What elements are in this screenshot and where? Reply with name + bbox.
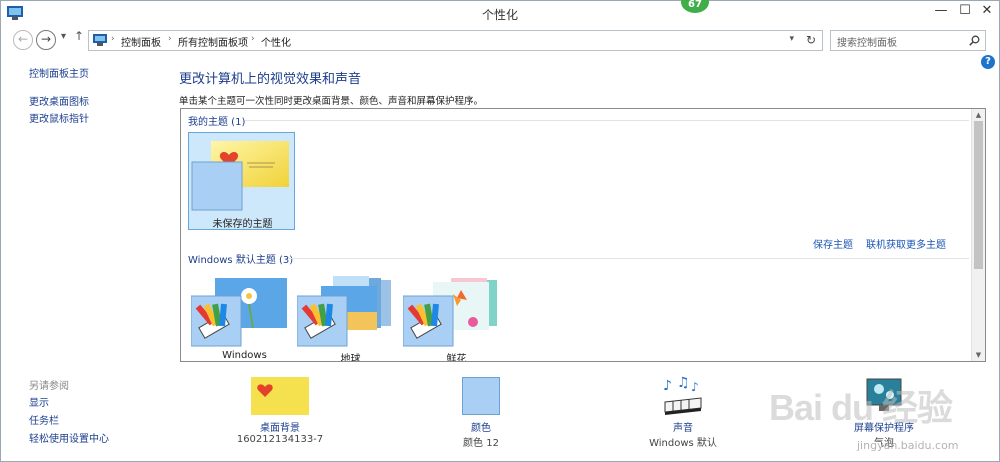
search-box[interactable]: 搜索控制面板 [830,30,986,51]
theme-label: 地球 [340,354,361,362]
desktop-background-label: 桌面背景 [260,423,300,434]
group-divider [289,258,969,259]
theme-list: 我的主题 (1) 未保存的主题 保存主题 联机获取更多主题 Windows 默认… [180,108,986,362]
sound-label: 声音 [673,423,693,434]
link-control-panel-home[interactable]: 控制面板主页 [29,65,89,80]
up-button[interactable]: ↑ [74,29,84,43]
back-button[interactable]: ← [13,30,33,50]
close-button[interactable]: ✕ [973,1,1000,23]
baidu-watermark: Bai du 经验 jingyan.baidu.com [769,373,999,462]
windows-theme-preview [191,278,287,347]
breadcrumb-control-panel[interactable]: 控制面板 [121,34,161,49]
svg-text:♫: ♫ [677,376,690,391]
title-bar: 个性化 67 — ☐ ✕ [1,0,1000,26]
theme-label: Windows [222,350,267,361]
link-change-desktop-icons[interactable]: 更改桌面图标 [29,93,89,108]
scroll-thumb[interactable] [974,121,983,269]
search-icon[interactable] [969,35,980,46]
address-dropdown[interactable]: ▾ [789,34,794,44]
scroll-down-arrow[interactable]: ▼ [972,349,985,361]
navigation-bar: ← → ▾ ↑ › 控制面板 › 所有控制面板项 › 个性化 ▾ ↻ 搜索控制面… [1,27,999,53]
sound-value: Windows 默认 [649,438,717,449]
default-themes-group-label: Windows 默认主题 (3) [188,255,294,266]
desktop-background-icon [251,377,309,415]
earth-theme-preview [297,276,391,347]
recent-pages-dropdown[interactable]: ▾ [61,31,66,42]
breadcrumb-separator: › [111,34,115,44]
desktop-background-value: 160212134133-7 [236,434,324,445]
link-taskbar[interactable]: 任务栏 [29,412,59,427]
page-title: 更改计算机上的视觉效果和声音 [179,72,362,87]
sound-icon: ♪ ♫ ♪ [663,376,702,415]
breadcrumb-all-items[interactable]: 所有控制面板项 [178,34,248,49]
forward-button[interactable]: → [36,30,56,50]
link-change-mouse-pointer[interactable]: 更改鼠标指针 [29,110,89,125]
breadcrumb-personalization[interactable]: 个性化 [261,34,291,49]
breadcrumb-separator: › [168,34,172,44]
theme-list-scrollbar[interactable]: ▲ ▼ [971,109,985,361]
window-title: 个性化 [481,8,518,22]
theme-tile-flowers[interactable]: 鲜花 [403,276,510,361]
personalization-window: 个性化 67 — ☐ ✕ ← → ▾ ↑ › 控制面板 › 所有控制面板项 › … [0,0,1000,462]
link-display[interactable]: 显示 [29,394,49,409]
svg-text:♪: ♪ [663,378,672,394]
svg-text:♪: ♪ [691,380,699,394]
color-swatch-icon [462,377,500,415]
save-theme-link[interactable]: 保存主题 [813,236,853,251]
get-more-themes-link[interactable]: 联机获取更多主题 [866,236,946,251]
address-bar[interactable]: › 控制面板 › 所有控制面板项 › 个性化 ▾ ↻ [88,30,823,51]
control-panel-icon [93,34,107,46]
help-icon[interactable]: ? [981,55,995,69]
search-placeholder: 搜索控制面板 [837,38,897,49]
page-description: 单击某个主题可一次性同时更改桌面背景、颜色、声音和屏幕保护程序。 [179,96,484,107]
scroll-up-arrow[interactable]: ▲ [972,109,985,121]
watermark-text: Bai du 经验 [769,387,953,428]
breadcrumb-separator: › [251,34,255,44]
see-also-label: 另请参阅 [29,381,69,392]
theme-tile-earth[interactable]: 地球 [297,276,404,361]
color-label: 颜色 [471,423,491,434]
flowers-theme-preview [403,278,497,347]
theme-label: 未保存的主题 [212,219,273,230]
theme-tile-windows[interactable]: Windows [191,276,298,361]
theme-label: 鲜花 [446,354,467,362]
group-divider [245,120,969,121]
theme-tile-unsaved[interactable]: 未保存的主题 [188,132,295,230]
watermark-url: jingyan.baidu.com [857,439,959,452]
color-value: 颜色 12 [463,438,499,449]
refresh-button[interactable]: ↻ [806,33,816,47]
link-ease-of-access[interactable]: 轻松使用设置中心 [29,430,109,445]
my-themes-group-label: 我的主题 (1) [188,117,246,128]
